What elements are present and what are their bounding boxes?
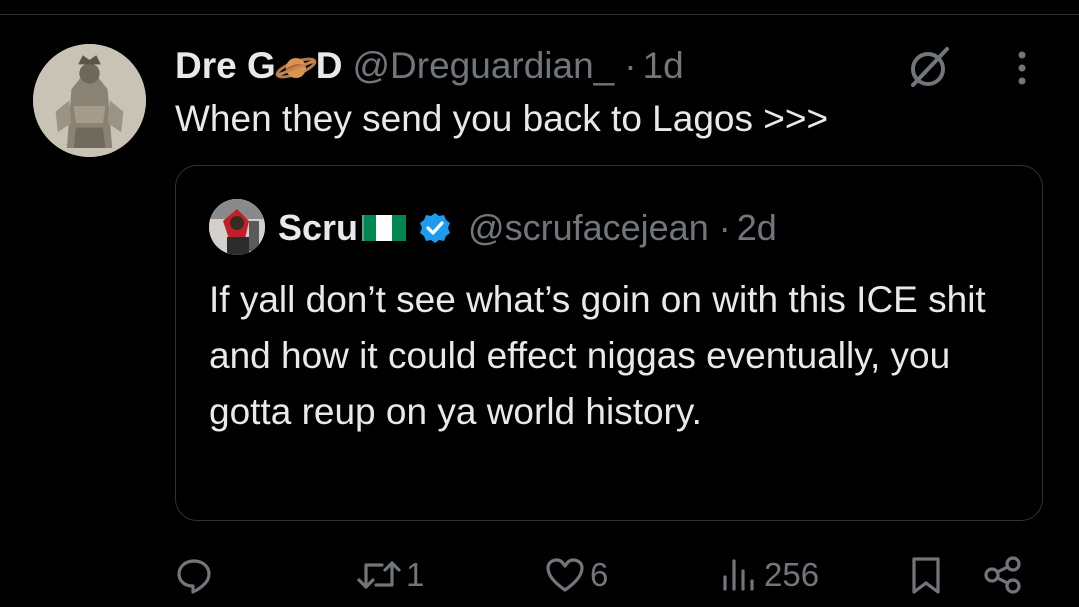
- like-button[interactable]: 6: [544, 545, 608, 605]
- share-button[interactable]: [982, 545, 1024, 605]
- quoted-author-handle[interactable]: @scrufacejean: [468, 207, 709, 249]
- quoted-author-name[interactable]: Scru: [278, 207, 358, 249]
- verified-badge-icon: [420, 213, 451, 243]
- author-name[interactable]: Dre G D: [175, 45, 343, 87]
- more-options-icon[interactable]: [1010, 48, 1034, 88]
- action-bar: 1 6 256: [0, 545, 1079, 605]
- author-handle[interactable]: @Dreguardian_: [353, 45, 615, 87]
- quoted-tweet-text: If yall don’t see what’s goin on with th…: [209, 279, 986, 432]
- views-button[interactable]: 256: [720, 545, 819, 605]
- author-name-part2: D: [315, 45, 343, 86]
- quoted-tweet-timestamp[interactable]: 2d: [737, 207, 777, 249]
- tweet-text: When they send you back to Lagos >>>: [175, 98, 829, 139]
- retweet-count: 1: [406, 556, 425, 593]
- separator-dot: ·: [624, 45, 637, 86]
- retweet-button[interactable]: 1: [356, 545, 424, 605]
- tweet-header: Dre G D @Dreguardian_ · 1d: [175, 44, 684, 88]
- share-icon: [984, 556, 1021, 594]
- bookmark-icon: [912, 557, 940, 594]
- quoted-tweet-header: Scru @scrufacejean · 2d: [278, 206, 777, 250]
- avatar[interactable]: [33, 44, 146, 157]
- reply-button[interactable]: [174, 545, 218, 605]
- tweet-timestamp[interactable]: 1d: [643, 45, 684, 87]
- quoted-separator-dot: ·: [718, 207, 731, 248]
- divider: [0, 14, 1079, 15]
- author-name-part1: Dre G: [175, 45, 276, 86]
- quoted-author-avatar[interactable]: [209, 199, 265, 255]
- reply-icon: [177, 559, 211, 594]
- quoted-tweet-card[interactable]: Scru @scrufacejean · 2d If yall don’t se…: [175, 165, 1043, 521]
- view-count: 256: [764, 556, 820, 593]
- heart-icon: [546, 558, 584, 592]
- grok-icon[interactable]: [903, 42, 953, 92]
- ringed-planet-icon: [275, 57, 317, 79]
- nigeria-flag-icon: [362, 215, 407, 241]
- bookmark-button[interactable]: [906, 545, 946, 605]
- like-count: 6: [590, 556, 609, 593]
- retweet-icon: [357, 561, 401, 589]
- views-chart-icon: [723, 559, 754, 591]
